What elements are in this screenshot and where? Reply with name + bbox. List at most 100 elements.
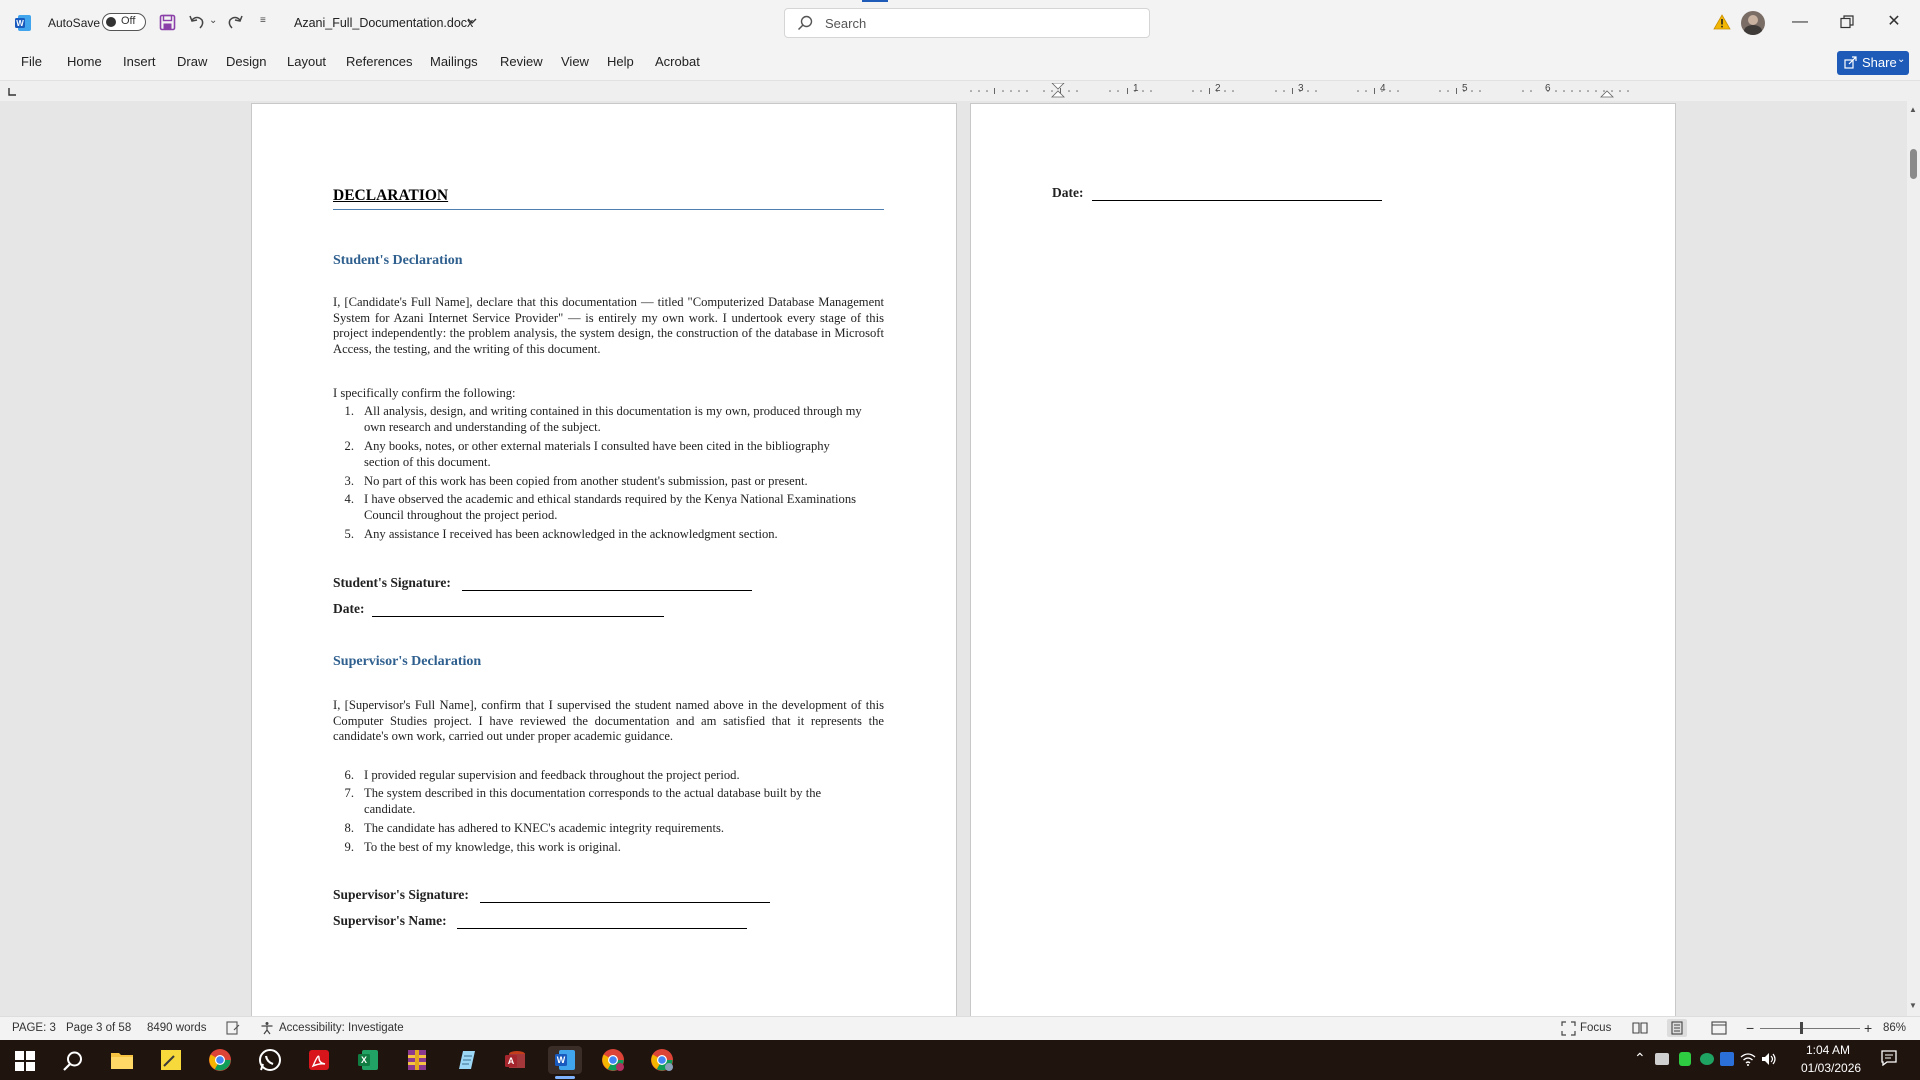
list-text: Any books, notes, or other external mate…	[364, 439, 830, 469]
list-text: I have observed the academic and ethical…	[364, 492, 857, 522]
share-button[interactable]: Share ⌄	[1837, 51, 1909, 75]
avatar[interactable]	[1741, 11, 1765, 35]
whatsapp-icon[interactable]	[256, 1046, 284, 1074]
search-box[interactable]: Search	[784, 8, 1150, 38]
supervisor-name-label: Supervisor's Name:	[333, 913, 447, 928]
document-workspace[interactable]: DECLARATION Student's Declaration I, [Ca…	[0, 101, 1907, 1016]
search-highlight	[862, 0, 888, 2]
filename-chevron-icon[interactable]	[466, 15, 478, 30]
print-layout-icon[interactable]	[1667, 1019, 1687, 1037]
scroll-down-icon[interactable]: ▼	[1909, 1001, 1917, 1010]
tab-draw[interactable]: Draw	[177, 54, 207, 69]
vertical-scrollbar[interactable]: ▲ ▼	[1907, 101, 1920, 1016]
ruler-tick-4: 4	[1380, 83, 1386, 94]
web-layout-icon[interactable]	[1711, 1021, 1727, 1038]
tab-layout[interactable]: Layout	[287, 54, 326, 69]
accessibility-status[interactable]: Accessibility: Investigate	[279, 1022, 404, 1034]
focus-icon[interactable]	[1561, 1021, 1576, 1039]
focus-label[interactable]: Focus	[1580, 1022, 1611, 1034]
proofing-icon[interactable]	[226, 1021, 240, 1038]
zoom-slider[interactable]	[1760, 1022, 1860, 1034]
clock-time[interactable]: 1:04 AM	[1806, 1043, 1850, 1057]
page-count[interactable]: Page 3 of 58	[66, 1022, 131, 1034]
student-date-label: Date:	[333, 601, 365, 616]
tab-insert[interactable]: Insert	[123, 54, 156, 69]
tab-file[interactable]: File	[21, 54, 42, 69]
word-taskbar-icon[interactable]: W	[548, 1046, 582, 1074]
student-signature-line[interactable]	[462, 590, 752, 591]
tab-view[interactable]: View	[561, 54, 589, 69]
zoom-in-button[interactable]: +	[1864, 1020, 1872, 1036]
tab-review[interactable]: Review	[500, 54, 543, 69]
student-date-line[interactable]	[372, 616, 664, 617]
acrobat-icon[interactable]	[305, 1046, 333, 1074]
tray-word-icon[interactable]	[1720, 1052, 1734, 1066]
chrome-profile-icon[interactable]	[599, 1046, 627, 1074]
close-icon[interactable]: ✕	[1882, 10, 1906, 34]
access-icon[interactable]: A	[501, 1046, 529, 1074]
clock-date[interactable]: 01/03/2026	[1801, 1061, 1861, 1075]
supervisor-name-line[interactable]	[457, 928, 747, 929]
save-icon[interactable]	[159, 14, 176, 34]
winrar-icon[interactable]	[403, 1046, 431, 1074]
accessibility-icon[interactable]	[260, 1021, 274, 1038]
tray-app-icon[interactable]	[1655, 1053, 1669, 1065]
ribbon-tabs: File Home Insert Draw Design Layout Refe…	[0, 46, 1920, 81]
tab-selector-icon[interactable]	[7, 85, 17, 100]
restore-icon[interactable]	[1835, 10, 1859, 34]
supervisor-signature-line[interactable]	[480, 902, 770, 903]
ruler-tick-3: 3	[1298, 83, 1304, 94]
taskbar-search-icon[interactable]	[58, 1046, 86, 1074]
document-page-right[interactable]	[970, 103, 1676, 1016]
list-item: 5. Any assistance I received has been ac…	[322, 526, 882, 542]
autosave-toggle[interactable]: Off	[102, 13, 146, 31]
file-explorer-icon[interactable]	[108, 1046, 136, 1074]
page-right-date-line[interactable]	[1092, 200, 1382, 201]
list-item: 1. All analysis, design, and writing con…	[322, 403, 882, 435]
chrome-icon[interactable]	[206, 1046, 234, 1074]
notifications-icon[interactable]	[1881, 1050, 1897, 1069]
scroll-up-icon[interactable]: ▲	[1909, 105, 1917, 114]
tab-acrobat[interactable]: Acrobat	[655, 54, 700, 69]
tab-help[interactable]: Help	[607, 54, 634, 69]
read-mode-icon[interactable]	[1632, 1021, 1648, 1038]
warning-icon[interactable]	[1713, 14, 1731, 33]
zoom-slider-thumb[interactable]	[1800, 1022, 1803, 1034]
document-page-left[interactable]	[251, 103, 957, 1016]
share-label: Share	[1862, 55, 1897, 70]
list-item: 7. The system described in this document…	[322, 785, 882, 817]
chrome-profile-2-icon[interactable]	[648, 1046, 676, 1074]
sticky-notes-icon[interactable]	[157, 1046, 185, 1074]
customize-qat-icon[interactable]: ≡	[260, 15, 266, 26]
search-placeholder: Search	[825, 16, 867, 31]
minimize-icon[interactable]: —	[1788, 10, 1812, 34]
tab-home[interactable]: Home	[67, 54, 102, 69]
word-count[interactable]: 8490 words	[147, 1022, 206, 1034]
list-text: I provided regular supervision and feedb…	[364, 768, 740, 782]
volume-icon[interactable]	[1761, 1051, 1777, 1070]
undo-icon[interactable]	[188, 13, 206, 34]
page-section[interactable]: PAGE: 3	[12, 1022, 56, 1034]
autosave-label: AutoSave	[48, 16, 101, 30]
taskbar	[0, 1040, 1920, 1080]
document-filename[interactable]: Azani_Full_Documentation.docx	[294, 16, 473, 30]
tray-meet-icon[interactable]	[1700, 1053, 1714, 1065]
tray-shield-icon[interactable]	[1679, 1052, 1691, 1066]
zoom-out-button[interactable]: −	[1746, 1020, 1754, 1036]
start-icon[interactable]	[10, 1046, 38, 1074]
excel-icon[interactable]: X	[354, 1046, 382, 1074]
tab-mailings[interactable]: Mailings	[430, 54, 478, 69]
redo-icon[interactable]	[226, 13, 244, 34]
confirm-intro: I specifically confirm the following:	[333, 386, 516, 400]
horizontal-ruler[interactable]: 1 2 3 4 5 6	[968, 82, 1668, 99]
scroll-thumb[interactable]	[1910, 149, 1917, 179]
list-number: 9.	[344, 840, 354, 854]
show-hidden-icons-icon[interactable]: ⌃	[1634, 1050, 1646, 1067]
word-app-icon[interactable]: W	[14, 14, 32, 32]
wifi-icon[interactable]	[1740, 1051, 1756, 1070]
zoom-level[interactable]: 86%	[1883, 1022, 1906, 1034]
tab-design[interactable]: Design	[226, 54, 266, 69]
notepad-icon[interactable]	[452, 1046, 480, 1074]
tab-references[interactable]: References	[346, 54, 412, 69]
undo-dropdown-icon[interactable]: ⌄	[209, 15, 217, 26]
